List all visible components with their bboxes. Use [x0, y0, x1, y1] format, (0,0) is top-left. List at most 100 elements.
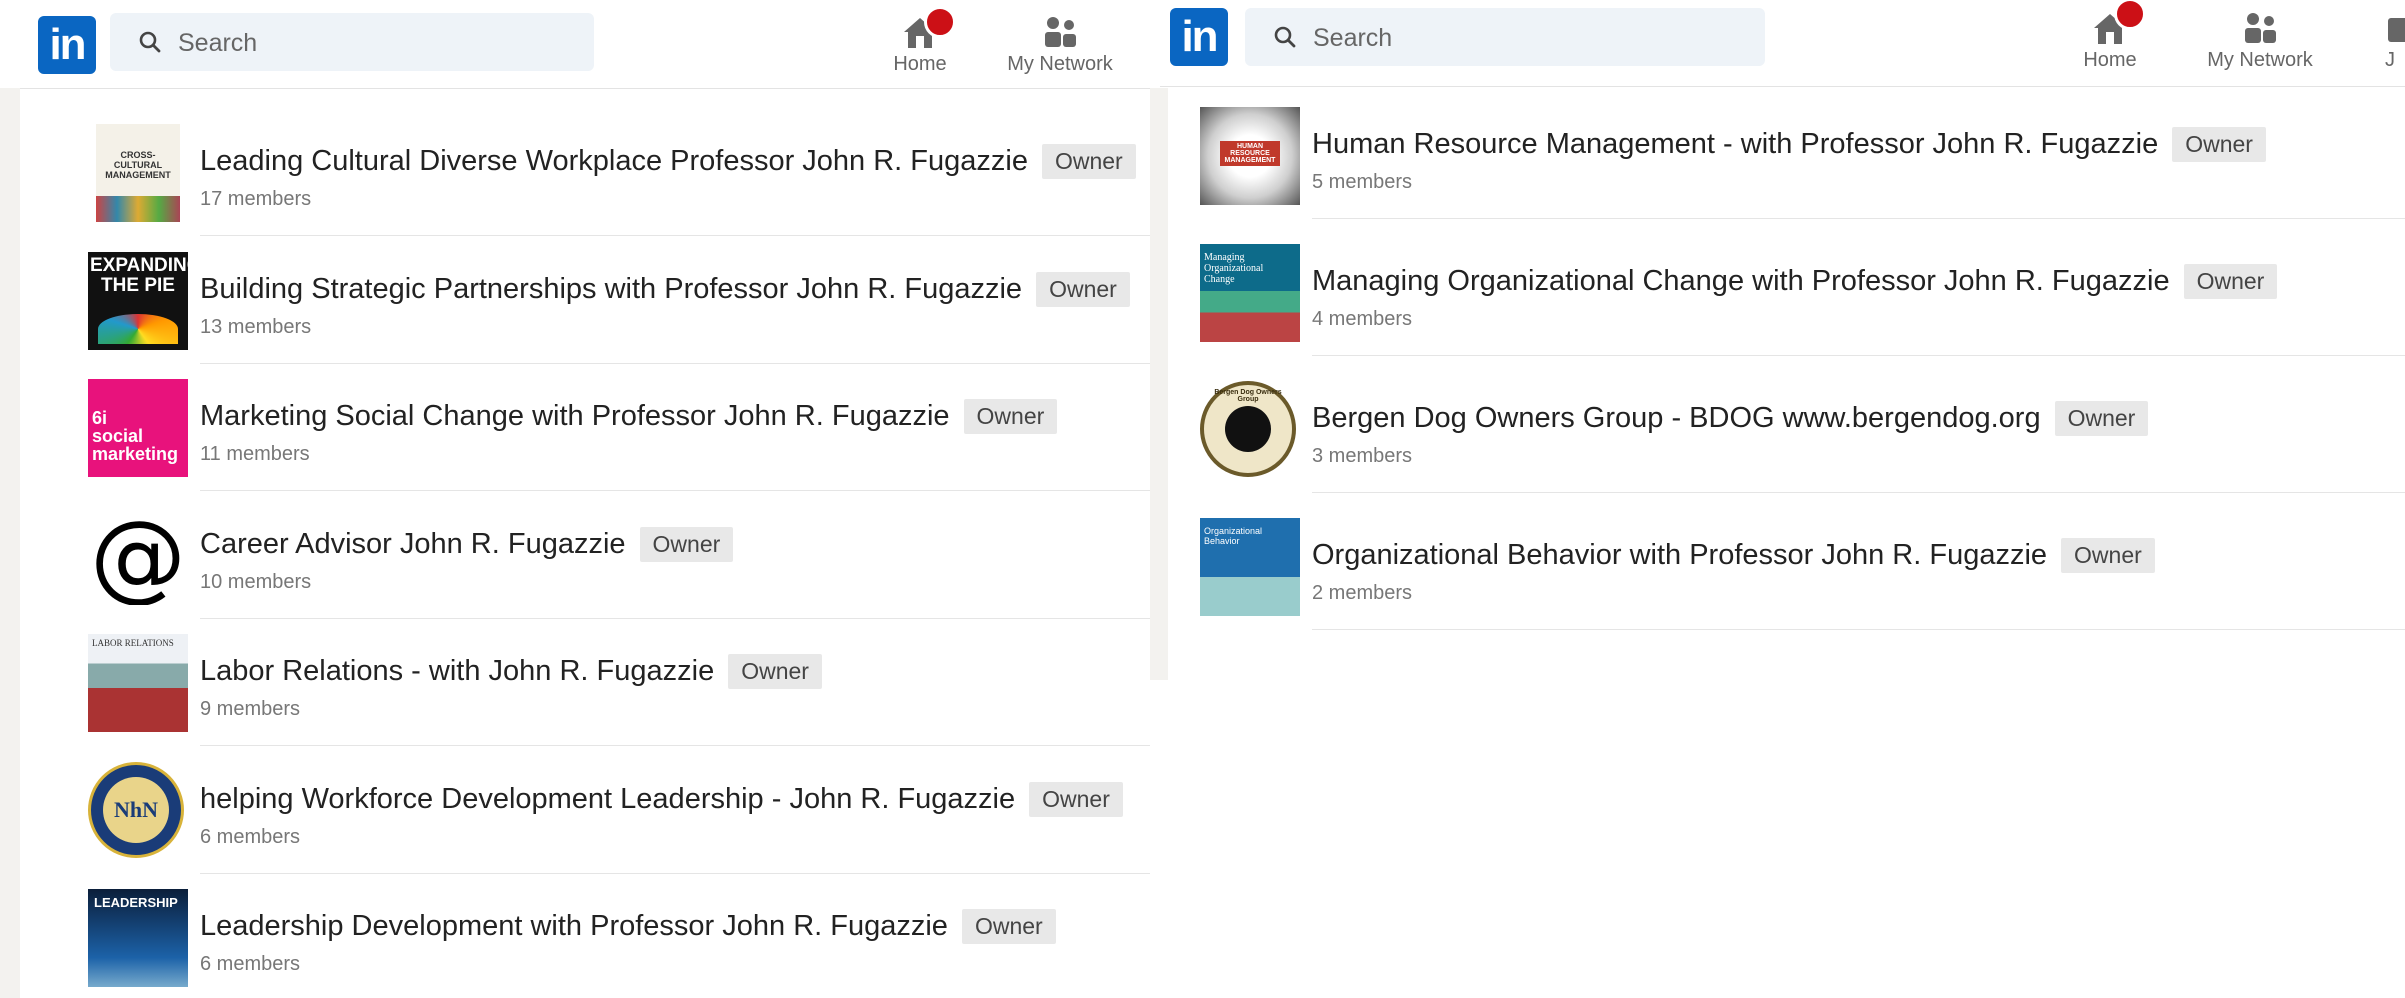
network-icon — [2245, 13, 2276, 43]
network-icon — [1045, 17, 1076, 47]
group-row[interactable]: @ Career Advisor John R. Fugazzie Owner 10 … — [88, 493, 1150, 619]
group-title-line: Leading Cultural Diverse Workplace Profe… — [200, 144, 1136, 179]
notification-badge — [2114, 0, 2146, 30]
group-name[interactable]: Leadership Development with Professor Jo… — [200, 910, 948, 942]
group-row[interactable]: Organizational Behavior Organizational Be… — [1200, 504, 2405, 630]
group-logo[interactable]: LEADERSHIP — [88, 889, 188, 987]
group-name[interactable]: Marketing Social Change with Professor J… — [200, 400, 950, 432]
row-divider — [200, 362, 1150, 364]
nav-home[interactable]: Home — [880, 6, 960, 82]
page-background-edge — [0, 88, 20, 998]
nav-my-network-label: My Network — [2207, 49, 2313, 71]
owner-badge: Owner — [2172, 127, 2266, 162]
owner-badge: Owner — [2183, 264, 2278, 299]
group-title-line: Human Resource Management - with Profess… — [1312, 127, 2266, 162]
empty-area — [1160, 680, 2405, 998]
linkedin-logo[interactable]: in — [38, 16, 96, 74]
top-nav-bar: in Search Home My Network — [0, 0, 1160, 89]
row-divider — [200, 235, 1150, 236]
search-placeholder: Search — [1313, 24, 1393, 52]
group-logo[interactable]: Organizational Behavior — [1200, 518, 1300, 616]
row-divider — [200, 745, 1150, 746]
group-name[interactable]: Managing Organizational Change with Prof… — [1312, 265, 2170, 297]
owner-badge: Owner — [1029, 781, 1123, 817]
row-divider — [1312, 629, 2405, 630]
nav-jobs[interactable]: J — [2385, 2, 2405, 78]
nav-home-label: Home — [893, 53, 947, 75]
member-count: 3 members — [1312, 445, 1413, 467]
nav-home-label: Home — [2083, 49, 2137, 71]
member-count: 6 members — [200, 953, 301, 975]
group-title-line: helping Workforce Development Leadership… — [200, 781, 1123, 817]
group-row[interactable]: CROSS-CULTURAL MANAGEMENT Leading Cultura… — [88, 110, 1150, 236]
group-name[interactable]: helping Workforce Development Leadership… — [200, 783, 1015, 815]
group-logo[interactable]: EXPANDING THE PIE — [88, 251, 188, 350]
group-row[interactable]: NhN helping Workforce Development Leaders… — [88, 748, 1150, 874]
nav-my-network[interactable]: My Network — [1000, 6, 1120, 82]
group-logo[interactable]: NhN — [88, 761, 188, 860]
group-title-line: Labor Relations - with John R. Fugazzie O… — [200, 654, 822, 689]
group-name[interactable]: Bergen Dog Owners Group - BDOG www.berge… — [1312, 402, 2041, 434]
group-title-line: Organizational Behavior with Professor J… — [1312, 538, 2155, 573]
group-title-line: Managing Organizational Change with Prof… — [1312, 264, 2278, 299]
group-title-line: Career Advisor John R. Fugazzie Owner — [200, 526, 734, 562]
owner-badge: Owner — [963, 399, 1058, 434]
page-background-edge — [1160, 88, 1168, 680]
group-row[interactable]: Bergen Dog Owners Group Bergen Dog Owners… — [1200, 367, 2405, 493]
group-row[interactable]: LABOR RELATIONS Labor Relations - with Jo… — [88, 620, 1150, 746]
group-logo[interactable]: HUMAN RESOURCE MANAGEMENT — [1200, 107, 1300, 205]
group-title-line: Building Strategic Partnerships with Pro… — [200, 271, 1130, 307]
search-input[interactable]: Search — [110, 13, 594, 71]
group-row[interactable]: HUMAN RESOURCE MANAGEMENT Human Resource … — [1200, 93, 2405, 219]
member-count: 11 members — [200, 443, 310, 465]
owner-badge: Owner — [1036, 271, 1130, 307]
nav-jobs-label: J — [2385, 49, 2395, 71]
owner-badge: Owner — [1041, 144, 1136, 179]
group-logo[interactable]: Bergen Dog Owners Group — [1200, 381, 1300, 479]
search-placeholder: Search — [178, 29, 258, 57]
group-name[interactable]: Organizational Behavior with Professor J… — [1312, 539, 2047, 571]
right-screenshot-panel: in Search Home My Network J HUMAN RESOUR… — [1160, 0, 2405, 680]
top-nav-bar: in Search Home My Network J — [1160, 0, 2405, 87]
group-row[interactable]: 6i social marketing Marketing Social Change… — [88, 365, 1150, 491]
group-logo[interactable]: 6i social marketing — [88, 379, 188, 477]
row-divider — [1312, 355, 2405, 356]
member-count: 2 members — [1312, 582, 1413, 604]
member-count: 6 members — [200, 825, 301, 848]
row-divider — [200, 490, 1150, 491]
group-name[interactable]: Human Resource Management - with Profess… — [1312, 128, 2158, 160]
search-icon — [1274, 26, 1296, 48]
notification-badge — [924, 6, 956, 38]
group-title-line: Bergen Dog Owners Group - BDOG www.berge… — [1312, 401, 2149, 436]
group-logo[interactable]: @ — [88, 507, 188, 605]
row-divider — [1312, 492, 2405, 493]
group-row[interactable]: LEADERSHIP Leadership Development with Pr… — [88, 875, 1150, 998]
owner-badge: Owner — [639, 526, 734, 562]
group-row[interactable]: Managing Organizational Change Managing O… — [1200, 230, 2405, 356]
nav-my-network[interactable]: My Network — [2200, 2, 2320, 78]
group-logo[interactable]: Managing Organizational Change — [1200, 244, 1300, 342]
group-name[interactable]: Leading Cultural Diverse Workplace Profe… — [200, 145, 1028, 177]
owner-badge: Owner — [2061, 538, 2155, 573]
owner-badge: Owner — [728, 654, 822, 689]
group-logo[interactable]: CROSS-CULTURAL MANAGEMENT — [88, 124, 188, 222]
group-name[interactable]: Career Advisor John R. Fugazzie — [200, 528, 626, 560]
group-name[interactable]: Labor Relations - with John R. Fugazzie — [200, 655, 714, 687]
row-divider — [200, 872, 1150, 874]
group-name[interactable]: Building Strategic Partnerships with Pro… — [200, 273, 1022, 305]
owner-badge: Owner — [2054, 401, 2149, 436]
member-count: 4 members — [1312, 308, 1413, 330]
left-screenshot-panel: in Search Home My Network CROSS-CULTURAL… — [0, 0, 1160, 998]
nav-home[interactable]: Home — [2070, 0, 2150, 78]
member-count: 10 members — [200, 570, 312, 593]
search-input[interactable]: Search — [1245, 8, 1765, 66]
search-icon — [139, 31, 161, 53]
member-count: 13 members — [200, 315, 312, 338]
group-title-line: Leadership Development with Professor Jo… — [200, 909, 1056, 944]
group-logo[interactable]: LABOR RELATIONS — [88, 634, 188, 732]
thumb-title: CROSS-CULTURAL MANAGEMENT — [105, 150, 171, 180]
group-row[interactable]: EXPANDING THE PIE Building Strategic Part… — [88, 238, 1150, 364]
group-title-line: Marketing Social Change with Professor J… — [200, 399, 1058, 434]
linkedin-logo[interactable]: in — [1170, 8, 1228, 66]
nav-my-network-label: My Network — [1007, 53, 1113, 75]
